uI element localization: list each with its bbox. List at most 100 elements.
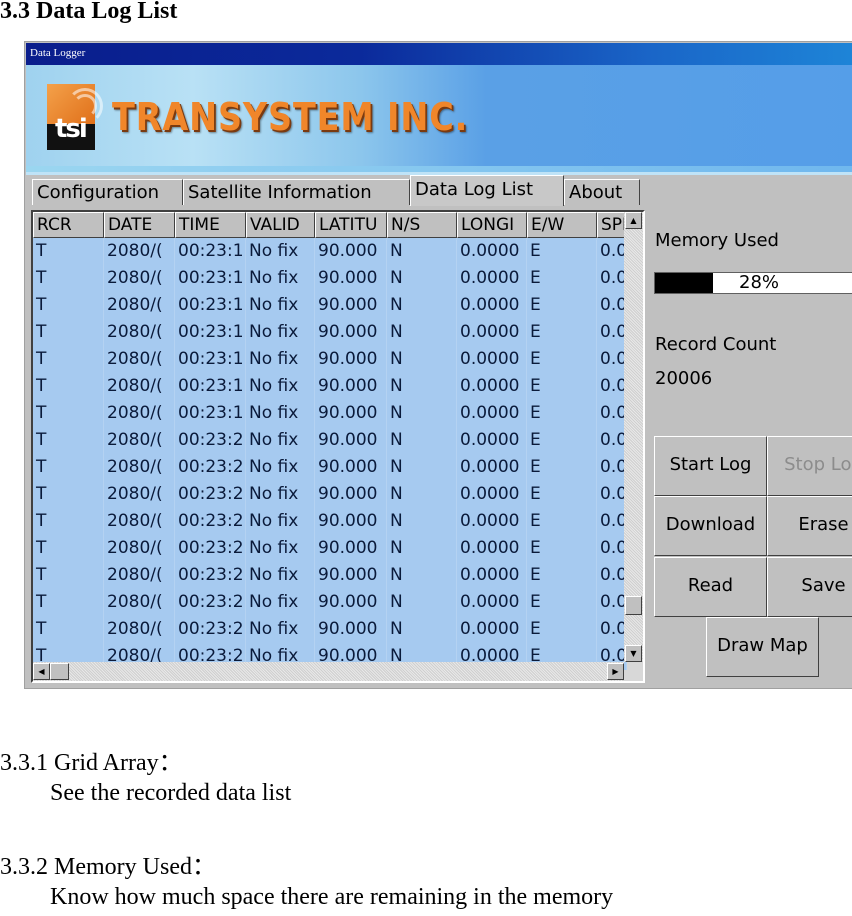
cell-latitude: 90.000 [315,535,387,562]
table-row[interactable]: T 2080/(00:23:2 No fix 90.000 N 0.0000 E 0.0 [33,562,627,589]
cell-ew: E [527,508,597,535]
cell-ns: N [387,562,457,589]
table-row[interactable]: T 2080/(00:23:2 No fix 90.000 N 0.0000 E 0.0 [33,589,627,616]
table-row[interactable]: T 2080/(00:23:1 No fix 90.000 N 0.0000 E 0.0 [33,373,627,400]
cell-time: 00:23:1 [175,346,246,373]
cell-date: 2080/( [104,589,175,616]
table-row[interactable]: T 2080/(00:23:1 No fix 90.000 N 0.0000 E 0.0 [33,238,627,265]
cell-valid: No fix [246,319,315,346]
cell-speed: 0.0 [597,535,627,562]
cell-longitude: 0.0000 [457,292,527,319]
column-header-ns[interactable]: N/S [387,212,457,238]
cell-date: 2080/( [104,427,175,454]
table-row[interactable]: T 2080/(00:23:1 No fix 90.000 N 0.0000 E 0.0 [33,319,627,346]
scroll-down-button[interactable]: ▼ [625,645,642,662]
column-header-speed[interactable]: SPE [597,212,627,238]
table-row[interactable]: T 2080/(00:23:1 No fix 90.000 N 0.0000 E 0.0 [33,346,627,373]
cell-longitude: 0.0000 [457,427,527,454]
grid-header: RCR DATE TIME VALID LATITU N/S LONGI E/W… [33,212,627,238]
tab-configuration[interactable]: Configuration [32,179,183,205]
cell-speed: 0.0 [597,562,627,589]
cell-speed: 0.0 [597,508,627,535]
record-count-value: 20006 [655,368,713,389]
column-header-latitude[interactable]: LATITU [315,212,387,238]
cell-ns: N [387,400,457,427]
cell-latitude: 90.000 [315,454,387,481]
stop-log-button[interactable]: Stop Log [767,436,852,496]
window-title: Data Logger [30,47,86,59]
cell-ns: N [387,265,457,292]
cell-valid: No fix [246,508,315,535]
vertical-scroll-thumb[interactable] [625,596,642,615]
cell-speed: 0.0 [597,400,627,427]
tab-about[interactable]: About [564,179,640,205]
cell-date: 2080/( [104,616,175,643]
cell-date: 2080/( [104,400,175,427]
column-header-longitude[interactable]: LONGI [457,212,527,238]
cell-date: 2080/( [104,454,175,481]
cell-latitude: 90.000 [315,589,387,616]
cell-rcr: T [33,616,104,643]
save-button[interactable]: Save [767,557,852,617]
cell-speed: 0.0 [597,346,627,373]
column-header-valid[interactable]: VALID [246,212,315,238]
table-row[interactable]: T 2080/(00:23:1 No fix 90.000 N 0.0000 E 0.0 [33,292,627,319]
vertical-scrollbar[interactable]: ▲ ▼ [624,212,643,662]
cell-speed: 0.0 [597,481,627,508]
data-logger-window: Data Logger tsi TRANSYSTEM INC. Configur… [24,41,852,689]
table-row[interactable]: T 2080/(00:23:2 No fix 90.000 N 0.0000 E 0.0 [33,481,627,508]
scroll-right-button[interactable]: ▶ [607,663,624,680]
read-button[interactable]: Read [654,557,767,617]
download-button[interactable]: Download [654,496,767,556]
company-banner: tsi TRANSYSTEM INC. [26,65,852,175]
cell-longitude: 0.0000 [457,562,527,589]
data-grid[interactable]: RCR DATE TIME VALID LATITU N/S LONGI E/W… [31,210,645,683]
cell-longitude: 0.0000 [457,346,527,373]
cell-date: 2080/( [104,508,175,535]
table-row[interactable]: T 2080/(00:23:2 No fix 90.000 N 0.0000 E 0.0 [33,508,627,535]
tab-satellite-information[interactable]: Satellite Information [183,179,410,205]
cell-latitude: 90.000 [315,427,387,454]
cell-speed: 0.0 [597,427,627,454]
window-titlebar[interactable]: Data Logger [26,43,852,65]
table-row[interactable]: T 2080/(00:23:1 No fix 90.000 N 0.0000 E 0.0 [33,265,627,292]
cell-rcr: T [33,535,104,562]
cell-time: 00:23:2 [175,562,246,589]
column-header-ew[interactable]: E/W [527,212,597,238]
cell-valid: No fix [246,481,315,508]
cell-time: 00:23:1 [175,265,246,292]
table-row[interactable]: T 2080/(00:23:2 No fix 90.000 N 0.0000 E 0.0 [33,427,627,454]
cell-speed: 0.0 [597,589,627,616]
cell-date: 2080/( [104,481,175,508]
cell-latitude: 90.000 [315,319,387,346]
cell-ew: E [527,265,597,292]
table-row[interactable]: T 2080/(00:23:2 No fix 90.000 N 0.0000 E 0.0 [33,616,627,643]
column-header-rcr[interactable]: RCR [33,212,104,238]
table-row[interactable]: T 2080/(00:23:2 No fix 90.000 N 0.0000 E 0.0 [33,535,627,562]
section-body-grid-array: See the recorded data list [50,780,292,806]
table-row[interactable]: T 2080/(00:23:1 No fix 90.000 N 0.0000 E 0.0 [33,400,627,427]
cell-time: 00:23:2 [175,508,246,535]
start-log-button[interactable]: Start Log [654,436,767,496]
cell-ns: N [387,319,457,346]
scroll-left-button[interactable]: ◀ [33,663,50,680]
cell-time: 00:23:2 [175,616,246,643]
column-header-date[interactable]: DATE [104,212,175,238]
cell-valid: No fix [246,427,315,454]
cell-longitude: 0.0000 [457,481,527,508]
cell-ns: N [387,508,457,535]
cell-latitude: 90.000 [315,562,387,589]
cell-rcr: T [33,454,104,481]
cell-latitude: 90.000 [315,265,387,292]
erase-button[interactable]: Erase [767,496,852,556]
horizontal-scrollbar[interactable]: ◀ ▶ [33,662,624,681]
cell-latitude: 90.000 [315,508,387,535]
tab-data-log-list[interactable]: Data Log List [410,175,564,206]
scroll-up-button[interactable]: ▲ [625,212,642,229]
cell-rcr: T [33,265,104,292]
draw-map-button[interactable]: Draw Map [706,617,819,677]
horizontal-scroll-thumb[interactable] [50,663,69,680]
table-row[interactable]: T 2080/(00:23:2 No fix 90.000 N 0.0000 E 0.0 [33,454,627,481]
record-count-label: Record Count [655,334,777,355]
column-header-time[interactable]: TIME [175,212,246,238]
